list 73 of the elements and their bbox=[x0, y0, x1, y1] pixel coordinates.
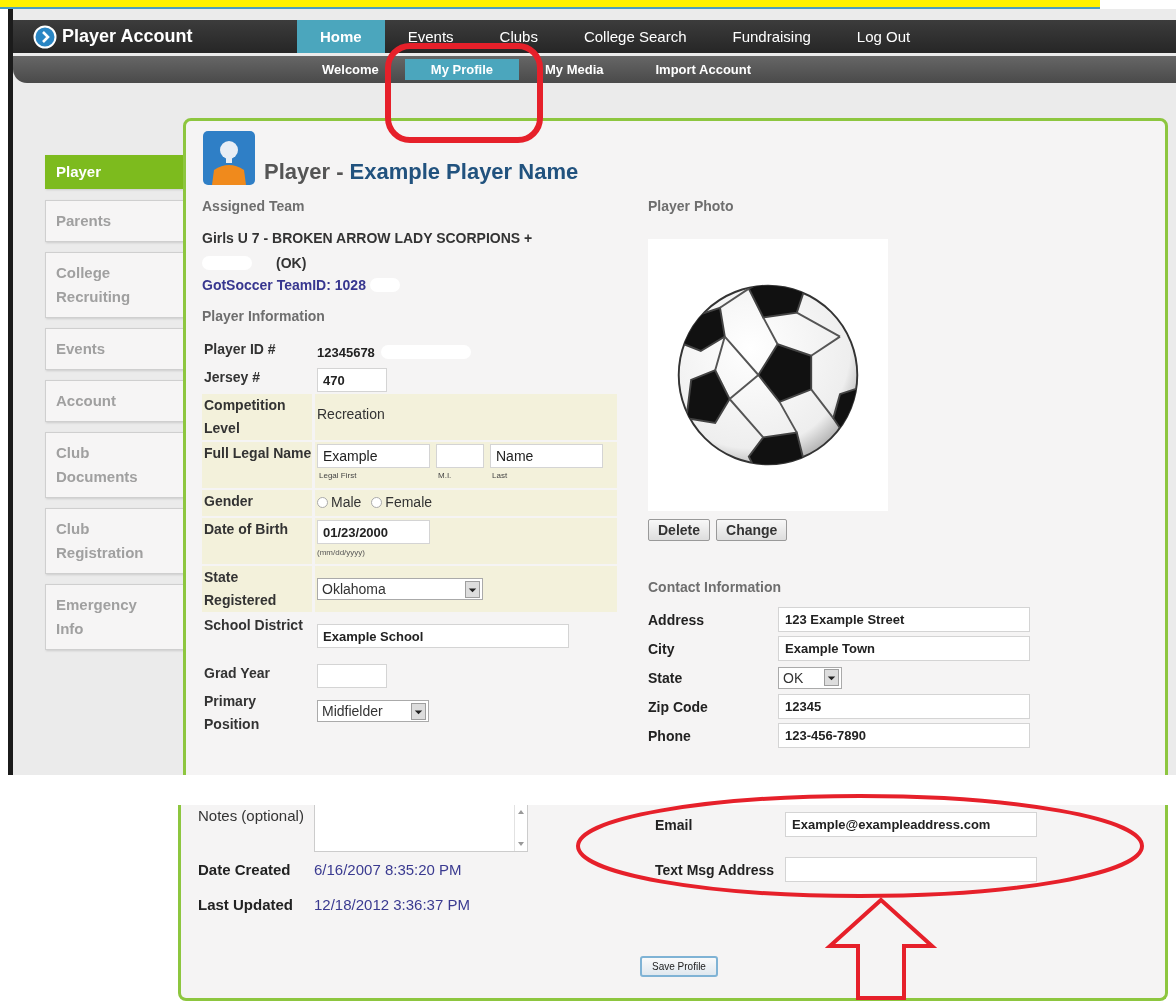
field-label: Address bbox=[648, 611, 706, 628]
field-caption: Last bbox=[491, 471, 509, 480]
field-label: City bbox=[648, 640, 676, 657]
scrollbar-icon bbox=[514, 805, 527, 851]
field-label: Grad Year bbox=[203, 664, 271, 683]
field-label: State Registered bbox=[202, 566, 312, 612]
contact-field[interactable]: Example Town bbox=[778, 636, 1030, 661]
photo-button[interactable]: Change bbox=[716, 519, 788, 541]
field-label: Email bbox=[655, 816, 694, 833]
field-label: Gender bbox=[202, 490, 312, 516]
field-label: Player ID # bbox=[203, 340, 277, 359]
player-id: 12345678 bbox=[317, 344, 375, 360]
save-button[interactable]: Save Profile bbox=[640, 956, 718, 977]
radio-label: Male bbox=[331, 494, 362, 510]
player-avatar-icon bbox=[202, 130, 256, 186]
nav-tab[interactable]: Fundraising bbox=[709, 20, 834, 53]
text-field[interactable]: 470 bbox=[317, 368, 387, 392]
radio-button[interactable] bbox=[317, 496, 328, 508]
dropdown[interactable]: Midfielder bbox=[317, 700, 429, 722]
radio-label: Female bbox=[385, 494, 433, 510]
subnav-tab[interactable]: Welcome bbox=[296, 59, 405, 80]
nav-tab[interactable]: College Search bbox=[560, 20, 710, 53]
notes-field[interactable] bbox=[314, 805, 528, 852]
state-select[interactable]: OK bbox=[778, 666, 842, 689]
section-heading: Player Information bbox=[202, 308, 326, 326]
name-field[interactable] bbox=[436, 444, 484, 468]
field-label: Jersey # bbox=[203, 368, 262, 387]
text-field[interactable]: Example School bbox=[317, 624, 569, 648]
competition-level: Recreation bbox=[317, 406, 385, 422]
field-label: Competition Level bbox=[202, 394, 312, 440]
contact-field[interactable]: Example@exampleaddress.com bbox=[785, 812, 1037, 837]
field-label: Primary Position bbox=[203, 692, 261, 734]
section-heading: Player Photo bbox=[648, 198, 735, 216]
section-heading: Contact Information bbox=[648, 579, 782, 597]
timestamp: 6/16/2007 8:35:20 PM bbox=[314, 861, 462, 878]
nav-tab[interactable]: Events bbox=[384, 20, 477, 53]
subnav-tab[interactable]: My Media bbox=[518, 59, 630, 80]
contact-field[interactable]: 123 Example Street bbox=[778, 607, 1030, 632]
app-title: Player Account bbox=[62, 26, 193, 47]
name-field[interactable]: Name bbox=[490, 444, 603, 468]
nav-tab[interactable]: Log Out bbox=[833, 20, 934, 53]
player-name: Example Player Name bbox=[349, 159, 579, 185]
team-status: (OK) bbox=[276, 255, 307, 271]
field-caption: Legal First bbox=[318, 471, 358, 480]
team-name: Girls U 7 - BROKEN ARROW LADY SCORPIONS + bbox=[202, 230, 534, 248]
text-field[interactable] bbox=[317, 664, 387, 688]
field-label: School District bbox=[203, 616, 304, 635]
chevron-circle-icon bbox=[33, 24, 57, 49]
subnav-tab[interactable]: Import Account bbox=[629, 59, 778, 80]
team-id-link[interactable]: GotSoccer TeamID: 1028 bbox=[202, 277, 366, 293]
field-label: Last Updated bbox=[198, 896, 294, 913]
field-label: Date of Birth bbox=[202, 518, 312, 564]
field-label: Full Legal Name bbox=[202, 442, 312, 488]
field-caption: M.I. bbox=[437, 471, 453, 480]
field-label: Phone bbox=[648, 727, 692, 744]
contact-field[interactable]: 12345 bbox=[778, 694, 1030, 719]
field-label: Text Msg Address bbox=[655, 861, 776, 878]
contact-field[interactable]: 123-456-7890 bbox=[778, 723, 1030, 748]
nav-tab[interactable]: Clubs bbox=[476, 20, 561, 53]
radio-button[interactable] bbox=[371, 496, 383, 508]
section-heading: Assigned Team bbox=[202, 198, 306, 216]
contact-field[interactable] bbox=[785, 857, 1037, 882]
name-field[interactable]: Example bbox=[317, 444, 430, 468]
photo-button[interactable]: Delete bbox=[648, 519, 711, 541]
dropdown[interactable]: Oklahoma bbox=[317, 578, 483, 600]
date-field[interactable]: 01/23/2000 bbox=[317, 520, 430, 544]
timestamp: 12/18/2012 3:36:37 PM bbox=[314, 896, 470, 913]
field-label: Zip Code bbox=[648, 698, 709, 715]
page-title: Player - bbox=[264, 159, 344, 185]
field-label: State bbox=[648, 669, 684, 686]
date-hint: (mm/dd/yyyy) bbox=[317, 548, 365, 557]
field-label: Date Created bbox=[198, 861, 292, 878]
field-label: Notes (optional) bbox=[198, 806, 305, 826]
